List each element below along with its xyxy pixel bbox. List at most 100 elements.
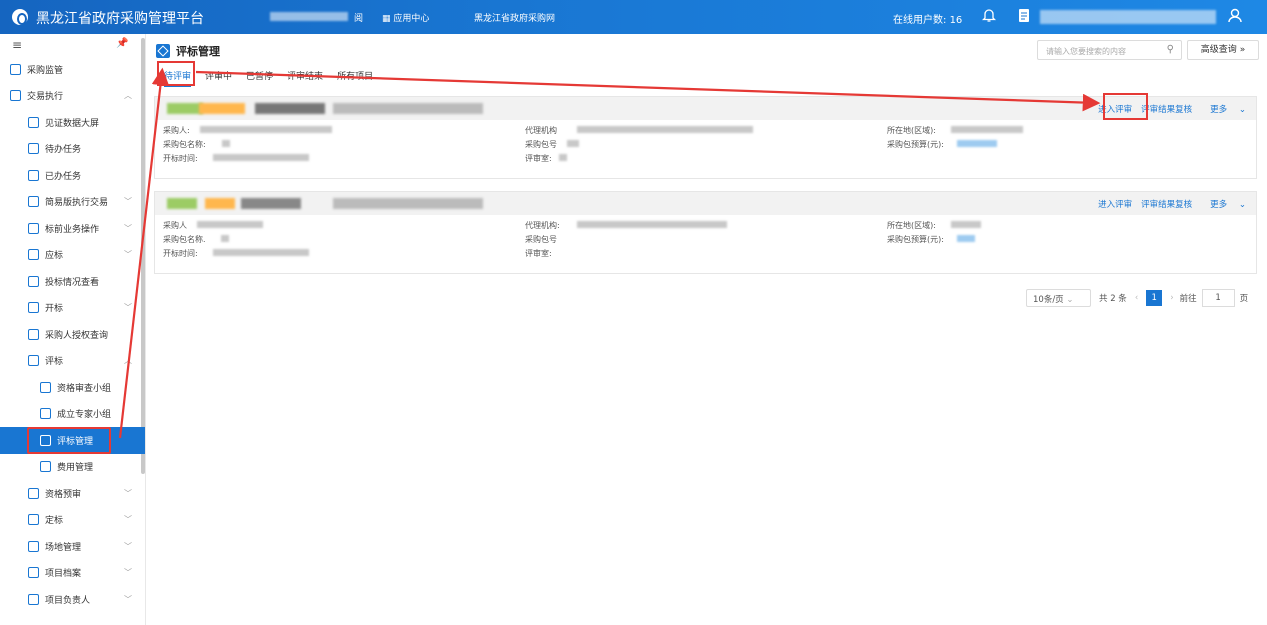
chevron-down-icon: ﹀ [124, 223, 132, 233]
sidebar-item[interactable]: 项目档案 ﹀ [0, 560, 145, 587]
page-suffix: 页 [1239, 294, 1249, 304]
enter-review-link[interactable]: 进入评审 [1098, 198, 1132, 210]
menu-icon[interactable]: ≡ [12, 38, 22, 52]
sidebar-item[interactable]: 应标 ﹀ [0, 242, 145, 269]
search-input[interactable]: 请输入您要搜索的内容 ⚲ [1037, 40, 1182, 60]
next-page-icon[interactable]: › [1170, 293, 1173, 303]
page-number[interactable]: 1 [1146, 290, 1163, 306]
field-region: 所在地(区域): [887, 221, 936, 230]
field-package-name: 采购包名称: [163, 140, 206, 149]
result-recheck-link[interactable]: 评审结果复核 [1141, 103, 1192, 115]
sidebar-item-label: 成立专家小组 [57, 410, 112, 421]
gov-site-link[interactable]: 黑龙江省政府采购网 [474, 11, 555, 24]
sidebar-item-label: 评标 [45, 357, 64, 368]
field-review-room: 评审室: [525, 154, 552, 163]
tab-paused[interactable]: 已暂停 [246, 69, 273, 87]
field-budget: 采购包预算(元): [887, 235, 944, 244]
sidebar-item-label: 投标情况查看 [45, 277, 100, 288]
page-title: 评标管理 [156, 43, 220, 59]
sidebar-item[interactable]: 见证数据大屏 [0, 109, 145, 136]
sidebar-item-label: 资格审查小组 [57, 383, 112, 394]
sidebar-item[interactable]: 交易执行 ︿ [0, 83, 145, 110]
sidebar-item-label: 简易版执行交易 [45, 198, 109, 209]
sidebar-item-label: 定标 [45, 516, 64, 527]
menu-item-icon [10, 63, 21, 75]
menu-item-icon [28, 275, 39, 287]
pagination: 10条/页 ⌄ 共 2 条 ‹ 1 › 前往 1 页 [1026, 289, 1248, 307]
sidebar: ≡ 📌 采购监管 交易执行 ︿ 见证数据大屏 待办任务 已办任务 简易版执行交易 ﹀ 标前业务操… [0, 34, 146, 625]
chevron-down-icon: ﹀ [124, 197, 132, 207]
app-center-link[interactable]: ▦ 应用中心 [382, 11, 429, 24]
redacted-value [957, 235, 975, 242]
more-menu[interactable]: 更多 ⌄ [1201, 103, 1246, 115]
user-icon[interactable] [1228, 8, 1242, 23]
redacted-value [951, 126, 1023, 133]
field-agency: 代理机构: [525, 221, 560, 230]
field-buyer: 采购人 [163, 221, 187, 230]
sidebar-item[interactable]: 采购人授权查询 [0, 321, 145, 348]
document-icon[interactable] [1018, 8, 1030, 23]
chevron-down-icon: ⌄ [1238, 200, 1246, 210]
page-size-select[interactable]: 10条/页 ⌄ [1026, 289, 1091, 307]
sidebar-item[interactable]: 标前业务操作 ﹀ [0, 215, 145, 242]
sidebar-item[interactable]: 投标情况查看 [0, 268, 145, 295]
sidebar-item-label: 项目档案 [45, 569, 82, 580]
field-region: 所在地(区域): [887, 126, 936, 135]
field-package-name: 采购包名称. [163, 235, 206, 244]
sidebar-item[interactable]: 场地管理 ﹀ [0, 533, 145, 560]
chevron-down-icon: ﹀ [124, 303, 132, 313]
field-buyer: 采购人: [163, 126, 190, 135]
chevron-up-icon: ︿ [124, 356, 132, 366]
tab-finished[interactable]: 评审结束 [287, 69, 323, 87]
menu-item-icon [40, 461, 51, 473]
card-actions: 进入评审 评审结果复核 更多 ⌄ [1089, 198, 1246, 210]
status-tabs: 待评审 评审中 已暂停 评审结束 所有项目 [164, 69, 387, 87]
chevron-down-icon: ﹀ [124, 250, 132, 260]
chevron-down-icon: ﹀ [124, 488, 132, 498]
redacted-value [577, 126, 753, 133]
tab-reviewing[interactable]: 评审中 [205, 69, 232, 87]
card-header: 进入评审 评审结果复核 更多 ⌄ [155, 192, 1256, 215]
chevron-down-icon: ⌄ [1238, 105, 1246, 115]
field-open-time: 开标时间: [163, 249, 198, 258]
sidebar-item[interactable]: 成立专家小组 [0, 401, 145, 428]
sidebar-item[interactable]: 费用管理 [0, 454, 145, 481]
annotation-box-sidebar [27, 427, 111, 454]
pin-icon[interactable]: 📌 [116, 38, 128, 49]
bell-icon[interactable] [982, 8, 996, 23]
sidebar-item[interactable]: 资格预审 ﹀ [0, 480, 145, 507]
field-review-room: 评审室: [525, 249, 552, 258]
field-package-no: 采购包号 [525, 235, 557, 244]
more-menu[interactable]: 更多 ⌄ [1201, 198, 1246, 210]
sidebar-item[interactable]: 采购监管 [0, 56, 145, 83]
advanced-search-button[interactable]: 高级查询 » [1187, 40, 1259, 60]
sidebar-item[interactable]: 待办任务 [0, 136, 145, 163]
total-count: 共 2 条 [1099, 294, 1127, 304]
chevron-down-icon: ﹀ [124, 594, 132, 604]
sidebar-item[interactable]: 已办任务 [0, 162, 145, 189]
sidebar-item[interactable]: 定标 ﹀ [0, 507, 145, 534]
grid-icon: ▦ [382, 14, 394, 24]
redacted-value [200, 126, 332, 133]
goto-page-input[interactable]: 1 [1201, 289, 1235, 307]
tab-all[interactable]: 所有项目 [337, 69, 373, 87]
result-recheck-link[interactable]: 评审结果复核 [1141, 198, 1192, 210]
menu-item-icon [28, 196, 39, 208]
goto-label: 前往 [1179, 294, 1197, 304]
sidebar-item-label: 见证数据大屏 [45, 118, 100, 129]
sidebar-item[interactable]: 开标 ﹀ [0, 295, 145, 322]
redacted-title [255, 103, 325, 114]
chevron-down-icon: ﹀ [124, 541, 132, 551]
prev-page-icon[interactable]: ‹ [1135, 293, 1138, 303]
sidebar-item-label: 采购人授权查询 [45, 330, 109, 341]
sidebar-item[interactable]: 评标 ︿ [0, 348, 145, 375]
field-agency: 代理机构 [525, 126, 557, 135]
nav-suffix[interactable]: 阅 [354, 11, 363, 24]
sidebar-item[interactable]: 项目负责人 ﹀ [0, 586, 145, 613]
redacted-title [199, 103, 245, 114]
card-body: 采购人: 采购包名称: 开标时间: 代理机构 采购包号 评审室: 所在地(区域)… [155, 120, 1256, 178]
sidebar-item[interactable]: 简易版执行交易 ﹀ [0, 189, 145, 216]
search-icon[interactable]: ⚲ [1167, 44, 1174, 55]
sidebar-item-label: 应标 [45, 251, 64, 262]
sidebar-item[interactable]: 资格审查小组 [0, 374, 145, 401]
